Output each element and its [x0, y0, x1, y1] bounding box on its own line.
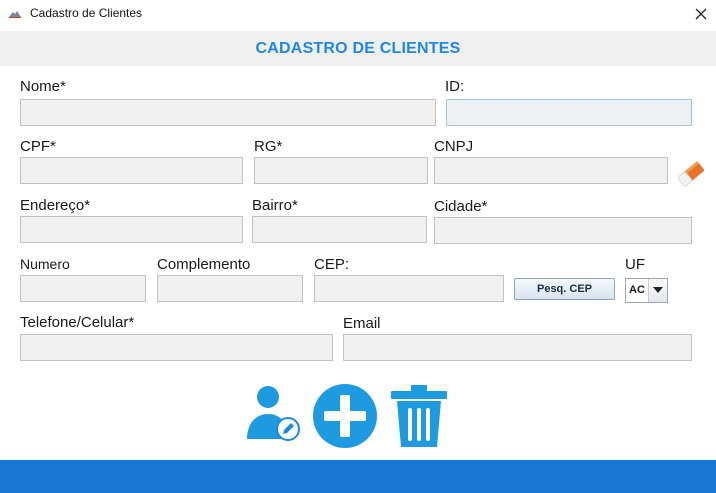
email-field[interactable]: [343, 334, 692, 361]
email-label: Email: [343, 315, 381, 332]
endereco-label: Endereço*: [20, 197, 91, 214]
telefone-label: Telefone/Celular*: [20, 314, 135, 331]
uf-selected-value: AC: [629, 284, 645, 296]
id-label: ID:: [445, 78, 465, 95]
cep-field[interactable]: [314, 275, 504, 302]
complemento-field[interactable]: [157, 275, 303, 302]
cadastro-clientes-window: Cadastro de Clientes CADASTRO DE CLIENTE…: [0, 0, 716, 493]
cnpj-label: CNPJ: [434, 138, 474, 155]
bairro-label: Bairro*: [252, 197, 298, 214]
app-logo-icon: [9, 11, 21, 18]
uf-label: UF: [625, 256, 645, 273]
cnpj-field[interactable]: [434, 157, 668, 184]
cpf-field[interactable]: [20, 157, 243, 184]
complemento-label: Complemento: [157, 256, 251, 273]
cep-label: CEP:: [314, 256, 350, 273]
title-bar: Cadastro de Clientes: [0, 0, 716, 28]
bairro-field[interactable]: [252, 216, 427, 243]
nome-label: Nome*: [20, 78, 66, 95]
chevron-down-icon: [653, 287, 663, 293]
eraser-icon[interactable]: [674, 158, 708, 190]
page-title: CADASTRO DE CLIENTES: [255, 40, 461, 57]
nome-field[interactable]: [20, 99, 436, 126]
id-field[interactable]: [446, 99, 692, 126]
header-band: CADASTRO DE CLIENTES: [0, 31, 716, 66]
telefone-field[interactable]: [20, 334, 333, 361]
rg-field[interactable]: [254, 157, 428, 184]
uf-dropdown-button[interactable]: [648, 279, 667, 302]
numero-label: Numero: [20, 256, 70, 272]
add-icon[interactable]: [312, 383, 378, 449]
pesq-cep-button[interactable]: Pesq. CEP: [514, 278, 615, 300]
close-button[interactable]: [688, 2, 714, 26]
trash-icon[interactable]: [389, 384, 449, 448]
uf-select[interactable]: AC: [625, 278, 668, 303]
cidade-label: Cidade*: [434, 198, 488, 215]
window-title: Cadastro de Clientes: [30, 6, 143, 20]
cpf-label: CPF*: [20, 138, 56, 155]
cidade-field[interactable]: [434, 217, 692, 244]
numero-field[interactable]: [20, 275, 146, 302]
close-icon: [695, 8, 707, 20]
endereco-field[interactable]: [20, 216, 243, 243]
rg-label: RG*: [254, 138, 283, 155]
edit-user-icon[interactable]: [244, 383, 302, 447]
footer-bar: [0, 460, 716, 493]
